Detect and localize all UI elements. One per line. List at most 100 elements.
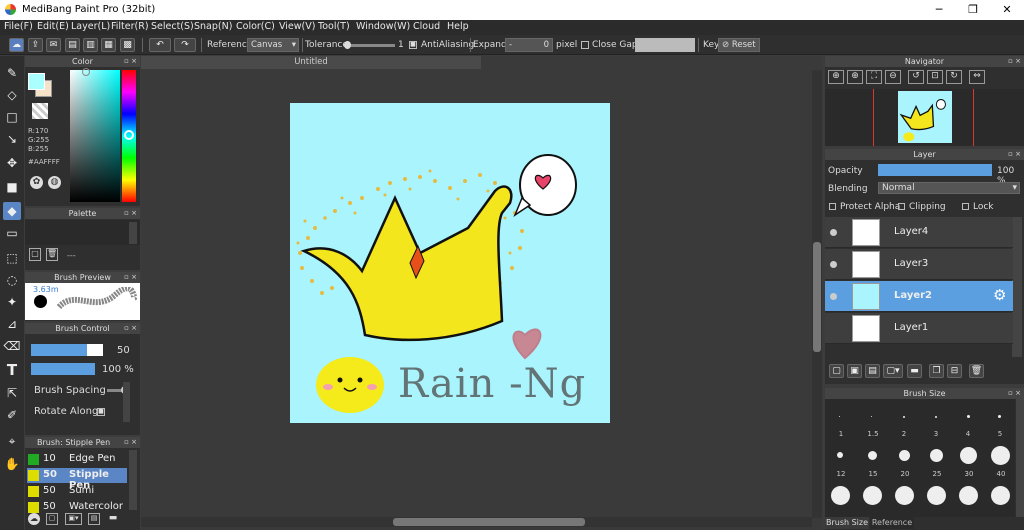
lock-checkbox[interactable] xyxy=(962,203,969,210)
brush-size-20[interactable]: 20 xyxy=(897,470,913,478)
menu-edit[interactable]: Edit(E) xyxy=(37,21,69,32)
brush-size-5[interactable]: 5 xyxy=(994,430,1006,438)
eraser-tool-icon[interactable]: ◇ xyxy=(3,86,21,104)
rotate-right-icon[interactable]: ↻ xyxy=(946,70,962,84)
tab-reference[interactable]: Reference xyxy=(870,517,914,529)
palette-icon[interactable]: ✿ xyxy=(30,176,43,189)
flip-icon[interactable]: ⇔ xyxy=(969,70,985,84)
brush-size-4[interactable]: 4 xyxy=(962,430,974,438)
brush-control-scrollbar[interactable] xyxy=(123,382,130,422)
brush-tool-icon[interactable]: ✎ xyxy=(3,64,21,82)
share-icon[interactable]: ⇪ xyxy=(28,38,43,52)
text-tool-icon[interactable]: T xyxy=(3,361,21,379)
comment-icon[interactable]: ✉ xyxy=(46,38,61,52)
shape-tool-icon[interactable]: □ xyxy=(3,108,21,126)
tolerance-slider-handle[interactable] xyxy=(344,41,351,49)
visibility-icon[interactable] xyxy=(830,261,837,268)
brush-size-1-5[interactable]: 1.5 xyxy=(865,430,881,438)
brush-size-1[interactable]: 1 xyxy=(835,430,847,438)
artboard[interactable]: Rain -Ng xyxy=(290,103,610,423)
protect-alpha-checkbox[interactable] xyxy=(829,203,836,210)
bucket-tool-icon[interactable]: ◆ xyxy=(3,202,21,220)
brush-opacity-slider[interactable] xyxy=(31,363,95,375)
layer-row-layer2[interactable]: Layer2 ⚙ xyxy=(825,281,1013,312)
transparent-swatch[interactable] xyxy=(32,103,48,119)
brush-size-3[interactable]: 3 xyxy=(930,430,942,438)
menu-snap[interactable]: Snap(N) xyxy=(194,21,232,32)
brush-settings-icon[interactable]: ▤ xyxy=(88,513,100,525)
menu-view[interactable]: View(V) xyxy=(279,21,315,32)
tab-brush-size[interactable]: Brush Size xyxy=(825,517,869,529)
add-brush-icon[interactable]: ▢ xyxy=(46,513,58,525)
brush-size-15[interactable]: 15 xyxy=(865,470,881,478)
pen-tool-icon[interactable]: ↘ xyxy=(3,130,21,148)
layer-list-scrollbar[interactable] xyxy=(1012,217,1022,357)
layer-folder-icon[interactable]: ▬ xyxy=(907,364,922,378)
menu-layer[interactable]: Layer(L) xyxy=(71,21,110,32)
fill-rect-tool-icon[interactable]: ■ xyxy=(3,178,21,196)
new-layer-icon[interactable]: ▢ xyxy=(829,364,844,378)
magic-wand-icon[interactable]: ✦ xyxy=(3,293,21,311)
gradient-tool-icon[interactable]: ▭ xyxy=(3,224,21,242)
menu-select[interactable]: Select(S) xyxy=(151,21,194,32)
brush-item-stipple-pen[interactable]: 50 Stipple Pen xyxy=(27,468,127,491)
zoom-out-icon[interactable]: ⊖ xyxy=(885,70,901,84)
reset-button[interactable]: ⊘ Reset xyxy=(718,38,760,52)
operation-tool-icon[interactable]: ⇱ xyxy=(3,384,21,402)
visibility-icon[interactable] xyxy=(830,229,837,236)
close-gaps-slider[interactable] xyxy=(635,38,695,52)
layer-row-layer3[interactable]: Layer3 xyxy=(825,249,1013,280)
maximize-button[interactable]: ❐ xyxy=(956,0,990,20)
menu-color[interactable]: Color(C) xyxy=(236,21,275,32)
eyedropper-icon[interactable]: ⌖ xyxy=(3,432,21,450)
brush-size-2[interactable]: 2 xyxy=(898,430,910,438)
zoom-in-alt-icon[interactable]: ⊕ xyxy=(847,70,863,84)
brush-item-sumi[interactable]: 50 Sumi xyxy=(27,484,127,499)
close-gaps-checkbox[interactable] xyxy=(581,41,589,49)
new-palette-icon[interactable]: ▢ xyxy=(29,248,41,261)
document-tab[interactable]: Untitled xyxy=(141,56,481,69)
brush-folder-icon[interactable]: ▬ xyxy=(106,513,120,525)
brush-size-25[interactable]: 25 xyxy=(929,470,945,478)
cloud-icon[interactable]: ☁ xyxy=(9,38,24,52)
brush-list-scrollbar[interactable] xyxy=(129,450,137,510)
layer-row-layer4[interactable]: Layer4 xyxy=(825,217,1013,248)
move-tool-icon[interactable]: ✥ xyxy=(3,154,21,172)
hue-slider-handle[interactable] xyxy=(124,130,134,140)
brush-size-30[interactable]: 30 xyxy=(961,470,977,478)
reset-view-icon[interactable]: ⊡ xyxy=(927,70,943,84)
new-halftone-layer-icon[interactable]: ▣ xyxy=(847,364,862,378)
select-eraser-icon[interactable]: ⌫ xyxy=(3,337,21,355)
menu-window[interactable]: Window(W) xyxy=(356,21,410,32)
brush-size-12[interactable]: 12 xyxy=(833,470,849,478)
antialiasing-checkbox[interactable]: ■ xyxy=(409,41,417,49)
lasso-tool-icon[interactable]: ◌ xyxy=(3,271,21,289)
brush-size-slider[interactable] xyxy=(31,344,103,356)
reference-select[interactable]: Canvas ▾ xyxy=(247,38,299,52)
saturation-value-picker[interactable] xyxy=(70,70,120,202)
layer-row-layer1[interactable]: Layer1 xyxy=(825,313,1013,344)
menu-help[interactable]: Help xyxy=(447,21,469,32)
layer-opacity-slider[interactable] xyxy=(878,164,992,176)
menu-file[interactable]: File(F) xyxy=(4,21,33,32)
redo-icon[interactable]: ↷ xyxy=(174,38,196,52)
expand-field[interactable]: -0 xyxy=(505,38,553,52)
menu-cloud[interactable]: Cloud xyxy=(413,21,440,32)
layer-add-menu-icon[interactable]: ▢▾ xyxy=(883,364,903,378)
zoom-in-icon[interactable]: ⊕ xyxy=(828,70,844,84)
rotate-left-icon[interactable]: ↺ xyxy=(908,70,924,84)
canvas-vertical-scrollbar[interactable] xyxy=(812,70,822,518)
close-button[interactable]: ✕ xyxy=(990,0,1024,20)
select-pen-icon[interactable]: ⊿ xyxy=(3,315,21,333)
brush-size-40[interactable]: 40 xyxy=(993,470,1009,478)
primary-color-swatch[interactable] xyxy=(28,73,45,90)
delete-layer-icon[interactable]: 🗑 xyxy=(969,364,984,378)
tolerance-slider[interactable] xyxy=(345,44,395,47)
navigator-preview[interactable] xyxy=(825,89,1024,146)
color-wheel-icon[interactable]: ◍ xyxy=(48,176,61,189)
new-folder-layer-icon[interactable]: ▤ xyxy=(865,364,880,378)
select-rect-icon[interactable]: ⬚ xyxy=(3,249,21,267)
brush-cloud-icon[interactable]: ☁ xyxy=(28,513,40,525)
brush-size-scrollbar[interactable] xyxy=(1016,399,1024,517)
duplicate-layer-icon[interactable]: ❐ xyxy=(929,364,944,378)
